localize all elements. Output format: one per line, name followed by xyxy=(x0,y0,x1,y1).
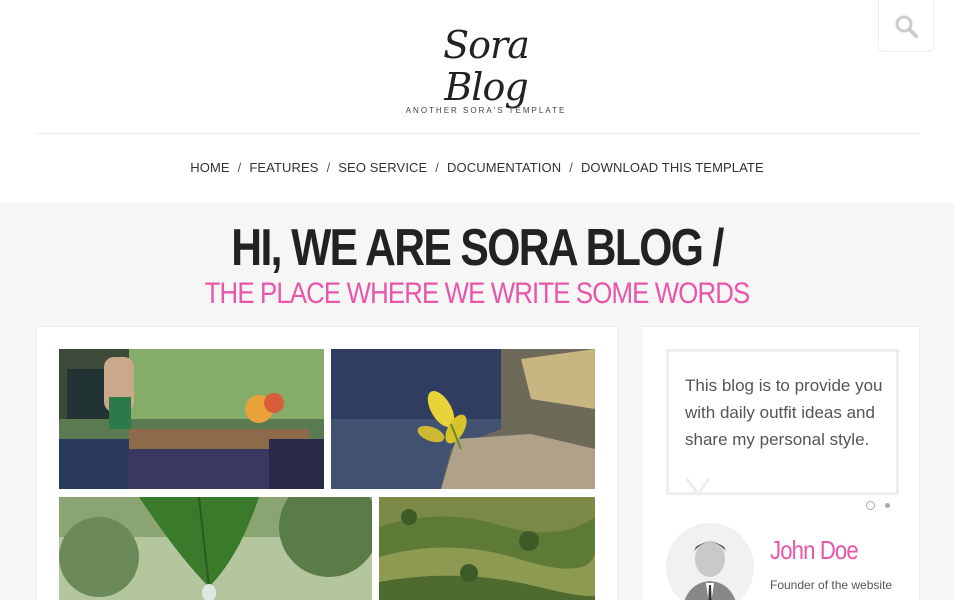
author-avatar xyxy=(666,523,754,600)
featured-gallery xyxy=(36,326,618,600)
hero: HI, WE ARE SORA BLOG / THE PLACE WHERE W… xyxy=(0,218,954,312)
slider-dot-active[interactable] xyxy=(866,501,875,510)
landscape-photo[interactable] xyxy=(379,497,595,600)
search-button[interactable] xyxy=(878,0,934,52)
site-header: Sora Blog ANOTHER SORA'S TEMPLATE HOME / F… xyxy=(0,0,954,203)
nav-separator: / xyxy=(569,160,573,175)
nav-download-template[interactable]: DOWNLOAD THIS TEMPLATE xyxy=(581,160,764,175)
nav-separator: / xyxy=(435,160,440,175)
hero-subtitle: THE PLACE WHERE WE WRITE SOME WORDS xyxy=(204,277,751,310)
slider-dot[interactable] xyxy=(885,503,890,508)
header-divider xyxy=(36,133,920,134)
site-logo[interactable]: Sora Blog ANOTHER SORA'S TEMPLATE xyxy=(396,24,576,115)
nav-documentation[interactable]: DOCUMENTATION xyxy=(447,160,561,175)
nav-features[interactable]: FEATURES xyxy=(249,160,318,175)
about-widget: This blog is to provide you with daily o… xyxy=(641,326,920,600)
nav-separator: / xyxy=(237,160,242,175)
hero-title: HI, WE ARE SORA BLOG / xyxy=(231,219,724,277)
cafe-photo[interactable] xyxy=(59,349,324,489)
nav-seo-service[interactable]: SEO SERVICE xyxy=(338,160,427,175)
logo-tagline: ANOTHER SORA'S TEMPLATE xyxy=(405,106,567,115)
nav-home[interactable]: HOME xyxy=(190,160,229,175)
leaf-photo[interactable] xyxy=(59,497,372,600)
main-nav: HOME / FEATURES / SEO SERVICE / DOCUMENTATION /… xyxy=(0,160,954,175)
slider-dots xyxy=(866,501,890,510)
nav-separator: / xyxy=(326,160,331,175)
author-name: John Doe xyxy=(770,535,859,565)
logo-title: Sora Blog xyxy=(443,23,530,109)
quote-text: This blog is to provide you with daily o… xyxy=(685,376,883,449)
flower-photo[interactable] xyxy=(331,349,595,489)
search-icon xyxy=(895,15,918,38)
author-role: Founder of the website xyxy=(770,578,893,592)
